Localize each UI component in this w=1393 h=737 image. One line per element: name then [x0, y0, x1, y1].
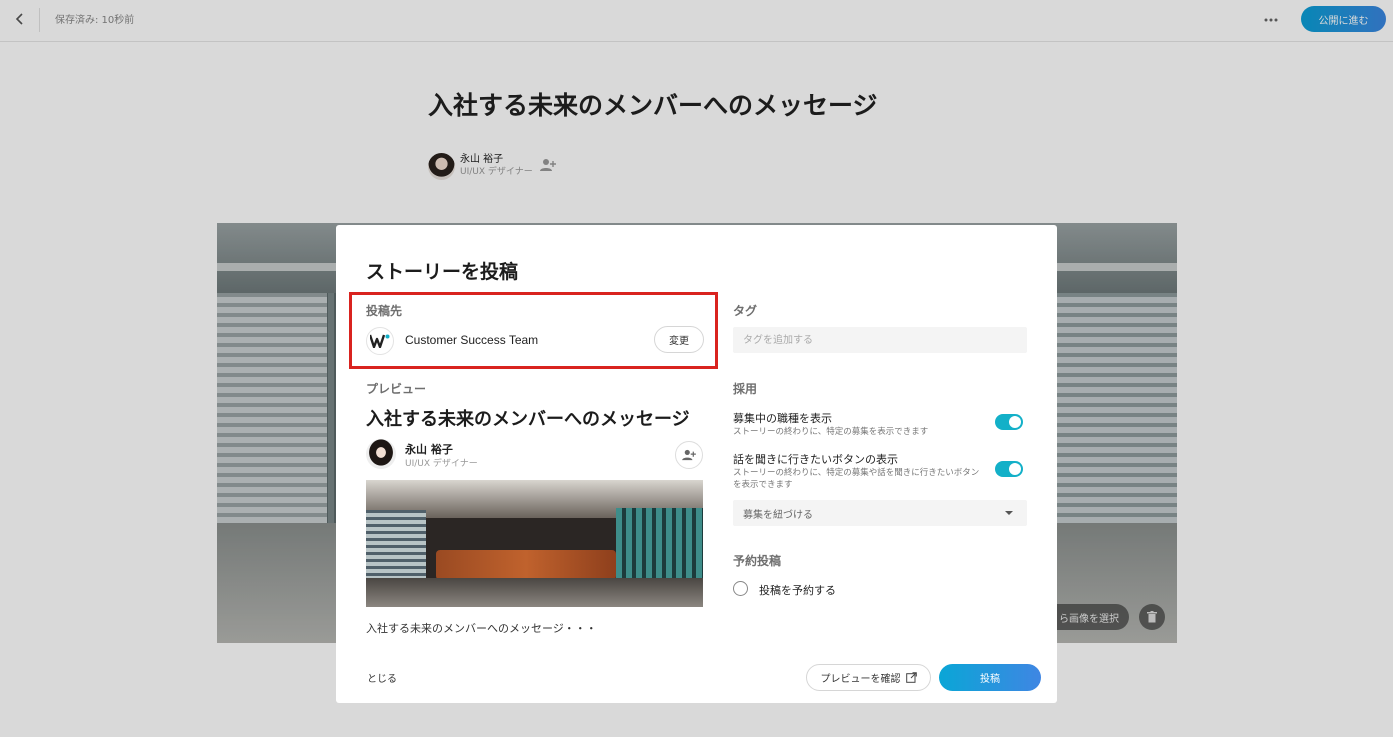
add-coauthor-button[interactable]	[675, 441, 703, 469]
avatar	[366, 439, 396, 469]
tag-input[interactable]	[733, 327, 1027, 353]
preview-cover-image	[366, 480, 703, 607]
post-story-modal: ストーリーを投稿 投稿先 Customer Success Team 変更 プレ…	[336, 225, 1057, 703]
preview-author-role: UI/UX デザイナー	[405, 459, 478, 469]
link-job-select[interactable]: 募集を紐づける	[733, 500, 1027, 526]
caret-down-icon	[1005, 511, 1013, 515]
preview-label: プレビュー	[366, 382, 427, 396]
link-job-select-label: 募集を紐づける	[743, 509, 813, 521]
modal-title: ストーリーを投稿	[366, 261, 519, 283]
preview-button-label: プレビューを確認	[820, 674, 901, 685]
team-name: Customer Success Team	[405, 333, 539, 347]
team-logo	[366, 327, 394, 355]
external-link-icon	[905, 672, 917, 683]
schedule-label: 予約投稿	[733, 554, 782, 568]
recruit-label: 採用	[733, 382, 758, 396]
preview-author-name: 永山 裕子	[405, 443, 453, 456]
add-person-icon	[682, 449, 696, 461]
visit-button-toggle[interactable]	[995, 461, 1023, 477]
schedule-radio[interactable]	[733, 581, 748, 596]
close-button[interactable]: とじる	[367, 670, 397, 685]
schedule-radio-label[interactable]: 投稿を予約する	[759, 582, 836, 598]
preview-title: 入社する未来のメンバーへのメッセージ	[366, 409, 690, 430]
visit-button-description: ストーリーの終わりに、特定の募集や話を聞きに行きたいボタンを表示できます	[733, 468, 980, 490]
tag-label: タグ	[733, 304, 758, 318]
team-logo-icon	[370, 334, 390, 348]
show-jobs-description: ストーリーの終わりに、特定の募集を表示できます	[733, 427, 929, 437]
preview-excerpt: 入社する未来のメンバーへのメッセージ・・・	[366, 622, 597, 635]
change-destination-button[interactable]: 変更	[654, 326, 704, 353]
post-button[interactable]: 投稿	[939, 664, 1041, 691]
destination-label: 投稿先	[366, 304, 403, 318]
preview-button[interactable]: プレビューを確認	[806, 664, 931, 691]
visit-button-title: 話を聞きに行きたいボタンの表示	[733, 453, 898, 466]
show-jobs-toggle[interactable]	[995, 414, 1023, 430]
show-jobs-title: 募集中の職種を表示	[733, 412, 832, 425]
